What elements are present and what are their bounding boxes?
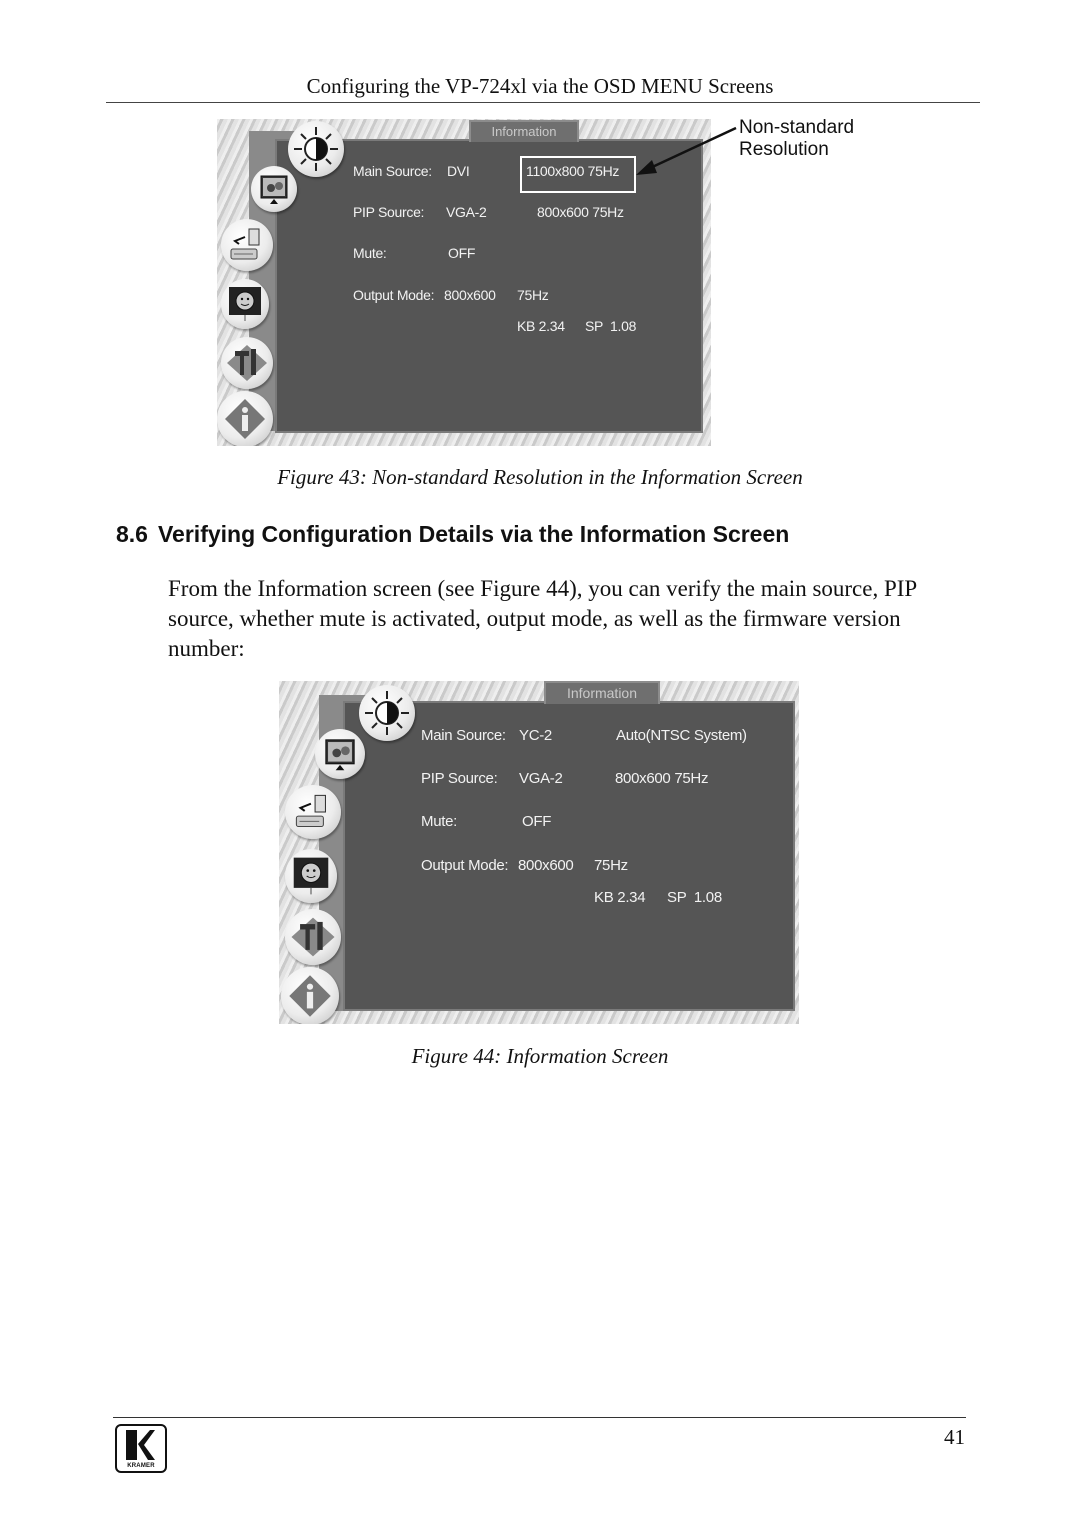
pip-source-resolution: 800x600 75Hz xyxy=(537,204,624,220)
picture-icon[interactable] xyxy=(251,166,297,212)
picture-icon[interactable] xyxy=(315,729,365,779)
output-mode-value: 800x600 xyxy=(518,857,574,874)
section-title: Verifying Configuration Details via the … xyxy=(157,521,790,547)
information-icon[interactable] xyxy=(281,967,339,1024)
mute-value: OFF xyxy=(522,813,552,830)
output-mode-value: 800x600 xyxy=(444,287,496,303)
mute-label: Mute: xyxy=(421,813,458,830)
section-number: 8.6 xyxy=(116,521,148,547)
callout-line-2: Resolution xyxy=(739,139,829,160)
kramer-logo-text: KRAMER xyxy=(127,1463,155,1469)
kramer-logo: KRAMER xyxy=(115,1424,167,1473)
osd-tab-information[interactable]: Information xyxy=(469,120,579,142)
callout-line-1: Non-standard xyxy=(739,117,855,138)
pip-source-label: PIP Source: xyxy=(421,770,498,787)
output-mode-refresh: 75Hz xyxy=(594,857,628,874)
main-source-system: Auto(NTSC System) xyxy=(616,727,747,744)
header-rule xyxy=(106,102,980,103)
mute-label: Mute: xyxy=(353,245,387,261)
main-source-label: Main Source: xyxy=(353,163,432,179)
non-standard-resolution-callout: Non-standard Resolution xyxy=(739,117,854,161)
geometry-icon[interactable] xyxy=(221,279,269,329)
pip-source-value: VGA-2 xyxy=(519,770,563,787)
output-mode-label: Output Mode: xyxy=(421,857,509,874)
osd-main-panel xyxy=(275,139,703,433)
output-mode-refresh: 75Hz xyxy=(517,287,549,303)
body-paragraph: From the Information screen (see Figure … xyxy=(168,576,917,661)
figure-43-caption: Figure 43: Non-standard Resolution in th… xyxy=(277,465,803,489)
main-source-label: Main Source: xyxy=(421,727,506,744)
section-heading: 8.6 Verifying Configuration Details via t… xyxy=(116,521,789,548)
firmware-kb-version: KB 2.34 xyxy=(594,889,646,906)
brightness-contrast-icon[interactable] xyxy=(359,685,415,741)
mute-value: OFF xyxy=(448,245,476,261)
firmware-sp-version: SP 1.08 xyxy=(667,889,722,906)
footer-rule xyxy=(113,1417,966,1418)
information-icon[interactable] xyxy=(217,391,273,446)
firmware-sp-version: SP 1.08 xyxy=(585,318,637,334)
main-source-resolution: 1100x800 75Hz xyxy=(526,163,620,179)
figure-44-osd-screen: Information Main Source: YC-2 Auto(NTSC … xyxy=(279,681,799,1024)
main-source-value: DVI xyxy=(447,163,470,179)
geometry-icon[interactable] xyxy=(285,849,337,903)
tools-icon[interactable] xyxy=(221,337,273,389)
running-header: Configuring the VP-724xl via the OSD MEN… xyxy=(306,74,774,98)
input-source-icon[interactable] xyxy=(285,785,341,839)
main-source-value: YC-2 xyxy=(519,727,552,744)
osd-main-panel xyxy=(343,701,795,1011)
pip-source-value: VGA-2 xyxy=(446,204,487,220)
pip-source-label: PIP Source: xyxy=(353,204,425,220)
figure-44-caption: Figure 44: Information Screen xyxy=(411,1044,669,1068)
output-mode-label: Output Mode: xyxy=(353,287,435,303)
input-source-icon[interactable] xyxy=(221,219,273,271)
pip-source-resolution: 800x600 75Hz xyxy=(615,770,709,787)
firmware-kb-version: KB 2.34 xyxy=(517,318,565,334)
osd-tab-information[interactable]: Information xyxy=(544,681,660,704)
callout-arrow xyxy=(636,126,737,175)
tools-icon[interactable] xyxy=(285,909,341,965)
page-number: 41 xyxy=(944,1425,965,1449)
